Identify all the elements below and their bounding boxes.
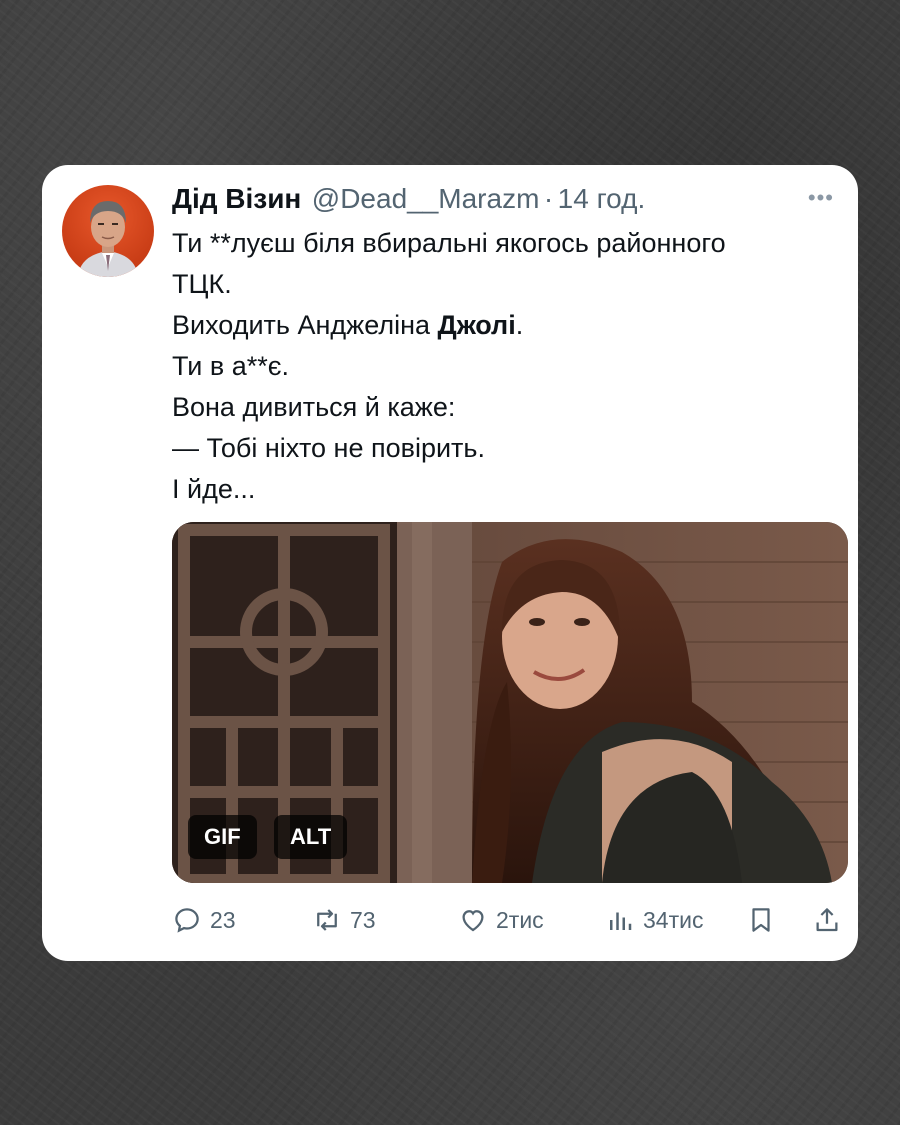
separator-dot: · xyxy=(543,183,554,214)
bookmark-icon xyxy=(746,905,784,935)
tweet-line-5: Вона дивиться й каже: xyxy=(172,392,456,422)
reply-icon xyxy=(172,905,210,935)
tweet-line-4: Ти в а**є. xyxy=(172,351,290,381)
tweet-line-1: Ти **луєш біля вбиральні якогось районно… xyxy=(172,228,726,258)
tweet-media-gif[interactable]: GIF ALT xyxy=(172,522,848,883)
tweet-header: Дід Візин @Dead__Marazm · 14 год. ••• xyxy=(172,183,842,223)
share-icon xyxy=(812,905,850,935)
tweet-line-2: ТЦК. xyxy=(172,269,232,299)
author-name[interactable]: Дід Візин xyxy=(172,183,301,214)
tweet-bold-suffix: . xyxy=(515,310,524,340)
tweet-bold-word: Джолі xyxy=(437,310,516,340)
author-handle[interactable]: @Dead__Marazm xyxy=(312,183,540,214)
repost-count: 73 xyxy=(350,906,376,933)
views-chart-icon xyxy=(605,905,643,935)
tweet-line-3-text: Виходить Анджеліна xyxy=(172,310,438,340)
gif-badge[interactable]: GIF xyxy=(188,815,257,859)
more-options-icon[interactable]: ••• xyxy=(808,185,834,211)
reply-button[interactable]: 23 xyxy=(172,900,236,940)
bookmark-button[interactable] xyxy=(746,900,784,940)
tweet-time[interactable]: 14 год. xyxy=(558,183,646,214)
avatar[interactable] xyxy=(62,185,154,277)
views-button[interactable]: 34тис xyxy=(605,900,703,940)
tweet-text: Ти **луєш біля вбиральні якогось районно… xyxy=(172,223,842,510)
tweet-actions: 23 73 2тис 34тис xyxy=(172,900,848,940)
reply-count: 23 xyxy=(210,906,236,933)
repost-icon xyxy=(312,905,350,935)
share-button[interactable] xyxy=(812,900,850,940)
heart-icon xyxy=(458,905,496,935)
views-count: 34тис xyxy=(643,906,704,933)
like-button[interactable]: 2тис xyxy=(458,900,544,940)
tweet-line-7: І йде... xyxy=(172,474,256,504)
tweet-line-6: — Тобі ніхто не повірить. xyxy=(172,433,485,463)
tweet-card: Дід Візин @Dead__Marazm · 14 год. ••• Ти… xyxy=(42,165,858,961)
alt-badge[interactable]: ALT xyxy=(274,815,348,859)
tweet-line-3: Виходить Анджеліна Джолі. xyxy=(172,305,842,346)
like-count: 2тис xyxy=(496,906,544,933)
repost-button[interactable]: 73 xyxy=(312,900,376,940)
avatar-portrait-icon xyxy=(78,201,138,277)
